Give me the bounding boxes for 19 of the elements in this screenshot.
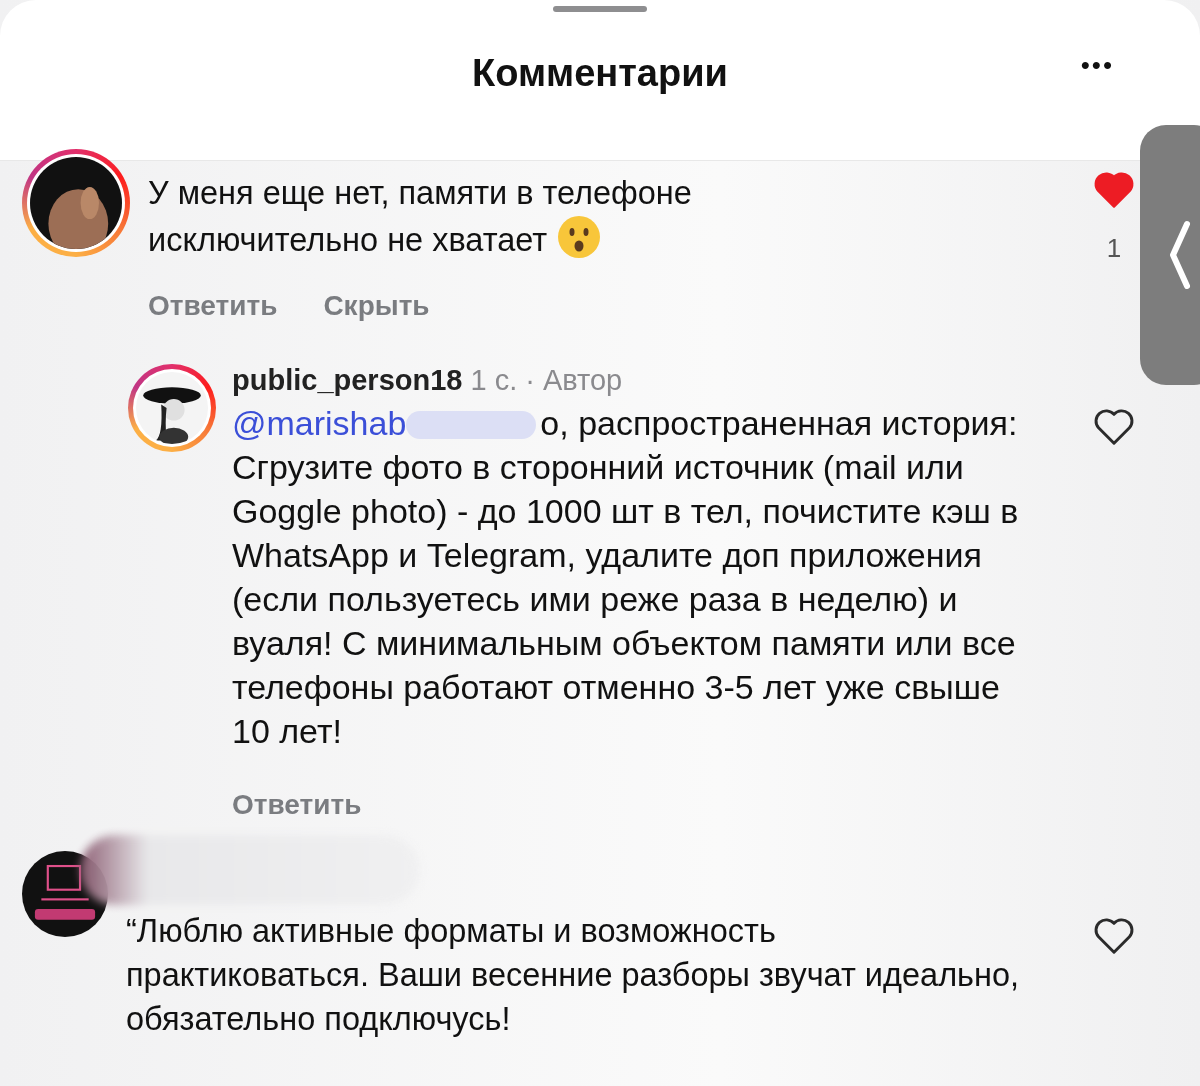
- heart-icon[interactable]: [1092, 915, 1136, 955]
- chevron-left-icon: [1168, 220, 1192, 290]
- drag-handle[interactable]: [553, 6, 647, 12]
- username[interactable]: public_person18: [232, 364, 463, 397]
- like-count: 1: [1106, 233, 1122, 264]
- author-label: Автор: [542, 364, 623, 397]
- sheet-title: Комментарии: [472, 52, 728, 95]
- side-panel-handle[interactable]: [1140, 125, 1200, 385]
- reply-button[interactable]: Ответить: [148, 290, 278, 322]
- mention-link[interactable]: @marishab: [232, 404, 407, 442]
- heart-icon[interactable]: [1092, 406, 1136, 446]
- comment-text: У меня еще нет, памяти в телефоне исключительно не хватает: [148, 174, 693, 261]
- more-button[interactable]: •••: [1080, 50, 1114, 81]
- hide-button[interactable]: Скрыть: [323, 290, 430, 322]
- separator-dot: ·: [525, 364, 535, 397]
- reply-button[interactable]: Ответить: [232, 789, 362, 821]
- comment-text: “Люблю активные форматы и возможность практиковаться. Ваши весенние разборы звучат идеально, обязательно подключусь!: [126, 912, 1021, 1039]
- comment-text: @marishab о, распространенная история: Сгрузите фото в сторонний источник (mail или Goggle photo) - до 1000 шт в тел, почистите кэш в WhatsApp и Telegram, удалите доп приложения (если пользуетесь ими реже раза в неделю) и вуаля! С минимальным объектом памяти или все телефоны работают отменно 3-5 лет уже свыше 10 лет!: [232, 403, 1020, 752]
- comment-time: 1 с.: [470, 364, 518, 397]
